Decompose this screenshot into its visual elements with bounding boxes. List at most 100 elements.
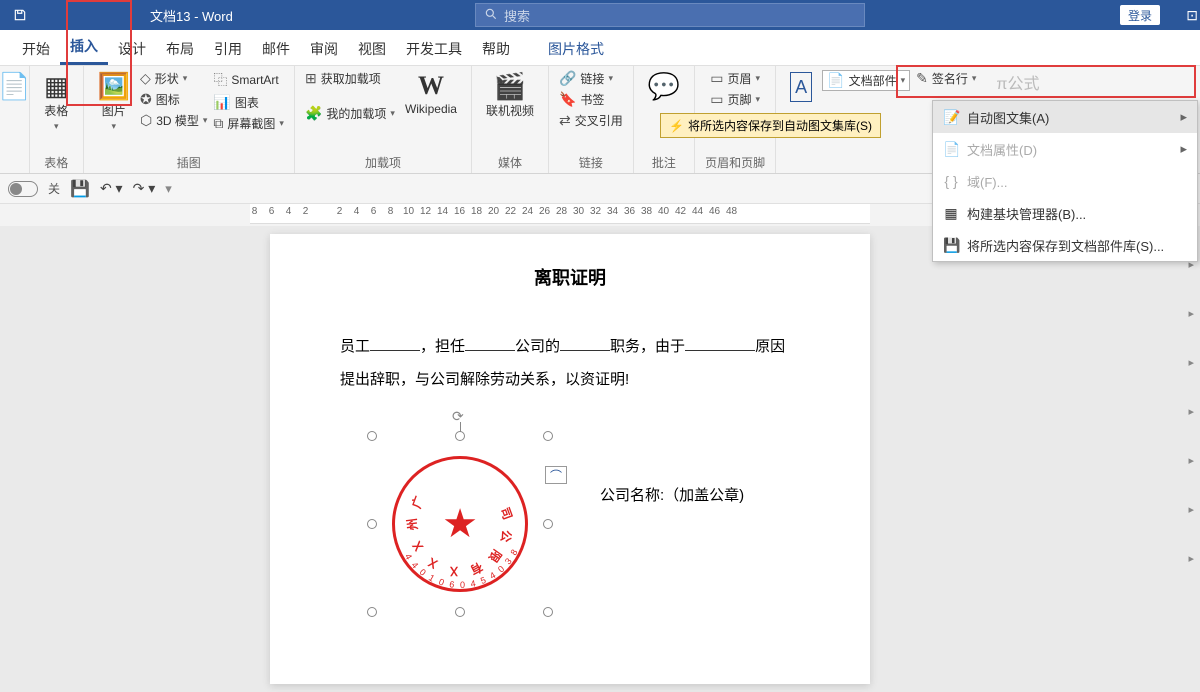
pictures-button[interactable]: 🖼️图片▾ xyxy=(94,70,134,134)
doc-heading: 离职证明 xyxy=(340,264,800,290)
blank-reason[interactable] xyxy=(685,350,755,351)
crossref-button[interactable]: ⇄交叉引用 xyxy=(559,112,623,129)
chart-icon: 📊 xyxy=(213,94,230,111)
search-box[interactable]: 搜索 xyxy=(475,3,865,27)
minimize-ribbon-icon[interactable]: ⊡ xyxy=(1186,7,1198,24)
screenshot-button[interactable]: ⧉屏幕截图▾ xyxy=(213,115,284,132)
resize-handle[interactable] xyxy=(367,607,377,617)
group-pages: 📄 xyxy=(0,66,30,173)
docprop-icon: 📄 xyxy=(943,141,959,158)
smartart-button[interactable]: ⿻SmartArt xyxy=(213,70,284,90)
comment-button[interactable]: 💬 xyxy=(644,70,684,102)
link-button[interactable]: 🔗链接▾ xyxy=(559,70,623,87)
menu-docprop: 📄 文档属性(D) ▸ xyxy=(933,133,1197,165)
group-comments-label: 批注 xyxy=(652,154,676,171)
table-icon: ▦ xyxy=(44,72,69,100)
quickparts-button[interactable]: 📄文档部件▾ xyxy=(822,70,910,91)
header-icon: ▭ xyxy=(710,70,723,87)
autosave-toggle[interactable] xyxy=(8,181,38,197)
caret-icon[interactable]: ▸ xyxy=(1188,454,1194,467)
group-media-label: 媒体 xyxy=(498,154,522,171)
tab-help[interactable]: 帮助 xyxy=(472,33,520,65)
lightning-icon: ⚡ xyxy=(669,119,684,133)
crossref-icon: ⇄ xyxy=(559,112,571,129)
wikipedia-icon: W xyxy=(418,72,444,100)
quickparts-dropdown: 📝 自动图文集(A) ▸ 📄 文档属性(D) ▸ { } 域(F)... ▦ 构… xyxy=(932,100,1198,262)
chart-button[interactable]: 📊图表 xyxy=(213,94,284,111)
tab-insert[interactable]: 插入 xyxy=(60,30,108,65)
login-button[interactable]: 登录 xyxy=(1120,5,1160,25)
get-addins-button[interactable]: ⊞获取加载项 xyxy=(305,70,395,87)
rotate-handle[interactable]: ⟳ xyxy=(452,408,464,425)
online-video-button[interactable]: 🎬联机视频 xyxy=(482,70,538,121)
chevron-down-icon: ▾ xyxy=(54,121,59,132)
caret-icon[interactable]: ▸ xyxy=(1188,503,1194,516)
footer-button[interactable]: ▭页脚▾ xyxy=(710,91,760,108)
page[interactable]: 离职证明 员工，担任公司的职务，由于原因 提出辞职，与公司解除劳动关系，以资证明… xyxy=(270,234,870,684)
wikipedia-button[interactable]: WWikipedia xyxy=(401,70,461,118)
document-canvas: 离职证明 员工，担任公司的职务，由于原因 提出辞职，与公司解除劳动关系，以资证明… xyxy=(0,226,1200,692)
shapes-button[interactable]: ◇形状▾ xyxy=(140,70,207,87)
textbox-button[interactable]: A xyxy=(786,70,816,104)
tab-references[interactable]: 引用 xyxy=(204,33,252,65)
tab-design[interactable]: 设计 xyxy=(108,33,156,65)
ribbon-tabs: 开始 插入 设计 布局 引用 邮件 审阅 视图 开发工具 帮助 图片格式 xyxy=(0,30,1200,66)
group-hf-label: 页眉和页脚 xyxy=(705,154,765,171)
tab-mailings[interactable]: 邮件 xyxy=(252,33,300,65)
tab-developer[interactable]: 开发工具 xyxy=(396,33,472,65)
equation-button[interactable]: π公式 xyxy=(996,70,1039,94)
chevron-right-icon: ▸ xyxy=(1180,141,1187,157)
tooltip-save-autotext: ⚡ 将所选内容保存到自动图文集库(S) xyxy=(660,113,881,138)
page-icon: 📄 xyxy=(0,72,31,100)
tab-home[interactable]: 开始 xyxy=(12,33,60,65)
tab-layout[interactable]: 布局 xyxy=(156,33,204,65)
menu-field: { } 域(F)... xyxy=(933,165,1197,197)
video-icon: 🎬 xyxy=(494,72,526,100)
tab-picture-format[interactable]: 图片格式 xyxy=(538,33,614,65)
resize-handle[interactable] xyxy=(543,519,553,529)
caret-icon[interactable]: ▸ xyxy=(1188,405,1194,418)
quickparts-icon: 📄 xyxy=(827,72,844,89)
bookmark-button[interactable]: 🔖书签 xyxy=(559,91,623,108)
menu-building-blocks[interactable]: ▦ 构建基块管理器(B)... xyxy=(933,197,1197,229)
group-label xyxy=(13,157,16,171)
header-button[interactable]: ▭页眉▾ xyxy=(710,70,760,87)
doc-body: 员工，担任公司的职务，由于原因 提出辞职，与公司解除劳动关系，以资证明! xyxy=(340,330,800,396)
resize-handle[interactable] xyxy=(543,431,553,441)
save-button[interactable]: 💾 xyxy=(70,179,90,199)
caret-icon[interactable]: ▸ xyxy=(1188,552,1194,565)
tab-review[interactable]: 审阅 xyxy=(300,33,348,65)
group-text-label xyxy=(880,157,883,171)
menu-autotext[interactable]: 📝 自动图文集(A) ▸ xyxy=(933,101,1197,133)
blank-company[interactable] xyxy=(465,350,515,351)
pi-icon: π xyxy=(996,76,1007,93)
resize-handle[interactable] xyxy=(543,607,553,617)
redo-button[interactable]: ↷ ▾ xyxy=(133,180,156,197)
blank-name[interactable] xyxy=(370,350,420,351)
undo-button[interactable]: ↶ ▾ xyxy=(100,180,123,197)
resize-handle[interactable] xyxy=(455,431,465,441)
menu-save-selection[interactable]: 💾 将所选内容保存到文档部件库(S)... xyxy=(933,229,1197,261)
3dmodel-button[interactable]: ⬡3D 模型▾ xyxy=(140,112,207,129)
screenshot-icon: ⧉ xyxy=(213,115,223,132)
group-links-label: 链接 xyxy=(579,154,603,171)
caret-icon[interactable]: ▸ xyxy=(1188,307,1194,320)
sigline-button[interactable]: ✎签名行▾ xyxy=(916,70,976,87)
caret-icon[interactable]: ▸ xyxy=(1188,356,1194,369)
qat-customize[interactable]: ▾ xyxy=(165,181,172,197)
table-button[interactable]: ▦表格▾ xyxy=(40,70,73,134)
selection-handles: ⟳ xyxy=(372,436,548,612)
shapes-icon: ◇ xyxy=(140,70,151,87)
icons-button[interactable]: ✪图标 xyxy=(140,91,207,108)
layout-options-button[interactable]: ⌒ xyxy=(545,466,567,484)
tab-view[interactable]: 视图 xyxy=(348,33,396,65)
doc-line2: 提出辞职，与公司解除劳动关系，以资证明! xyxy=(340,363,800,396)
my-addins-button[interactable]: 🧩我的加载项▾ xyxy=(305,105,395,122)
blank-position[interactable] xyxy=(560,350,610,351)
field-icon: { } xyxy=(943,173,959,189)
resize-handle[interactable] xyxy=(455,607,465,617)
resize-handle[interactable] xyxy=(367,519,377,529)
group-illus-label: 插图 xyxy=(177,154,201,171)
horizontal-ruler[interactable]: 8642246810121416182022242628303234363840… xyxy=(250,204,870,224)
resize-handle[interactable] xyxy=(367,431,377,441)
